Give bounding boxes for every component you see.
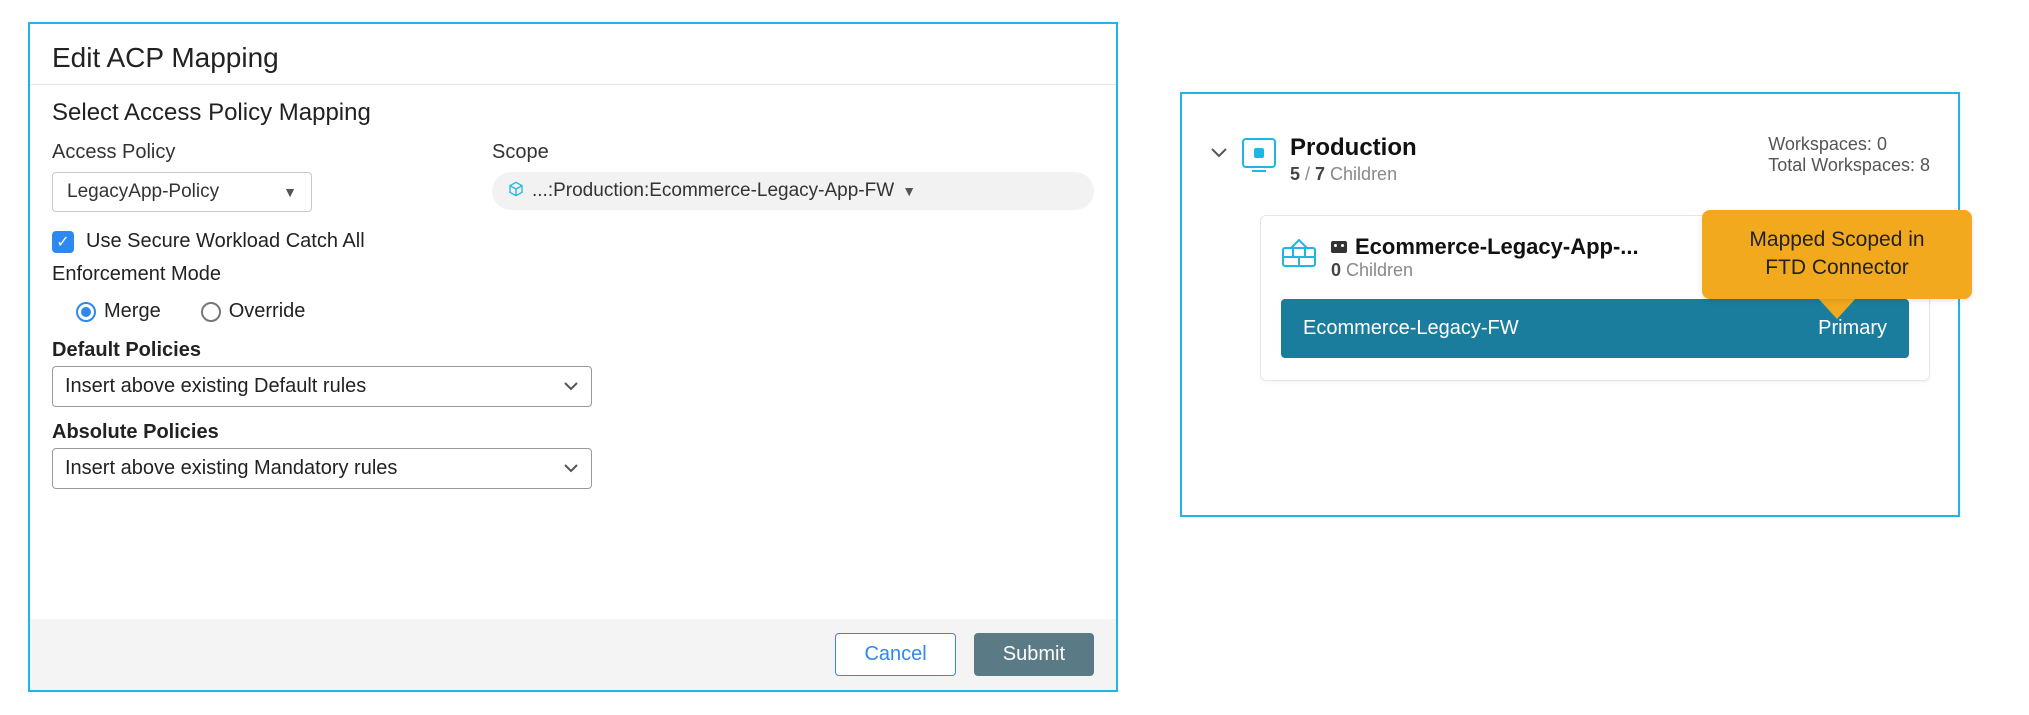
absolute-policies-select[interactable]: Insert above existing Mandatory rules (52, 448, 592, 489)
callout-tail-icon (1817, 297, 1857, 319)
enforcement-mode-label: Enforcement Mode (52, 263, 1094, 286)
monitor-icon (1242, 138, 1276, 168)
catch-all-row: ✓ Use Secure Workload Catch All (52, 230, 1094, 253)
caret-down-icon: ▼ (902, 183, 916, 199)
default-policies-label: Default Policies (52, 339, 1094, 362)
scope-value: ...:Production:Ecommerce-Legacy-App-FW (532, 180, 894, 202)
radio-override-label: Override (229, 300, 306, 323)
cancel-button[interactable]: Cancel (835, 633, 955, 676)
edit-acp-mapping-panel: Edit ACP Mapping Select Access Policy Ma… (28, 22, 1118, 692)
mapping-badge-icon (1331, 241, 1347, 253)
catch-all-checkbox[interactable]: ✓ (52, 231, 74, 253)
root-stats: Workspaces: 0 Total Workspaces: 8 (1768, 134, 1930, 176)
scope-label: Scope (492, 141, 1094, 164)
divider (30, 84, 1116, 85)
enforcement-mode-radios: Merge Override (52, 292, 1094, 339)
workspace-name: Ecommerce-Legacy-FW (1303, 317, 1519, 340)
caret-down-icon: ▼ (283, 184, 297, 200)
chevron-down-icon (563, 460, 579, 478)
absolute-policies-value: Insert above existing Mandatory rules (65, 457, 397, 480)
section-title: Select Access Policy Mapping (52, 99, 1094, 127)
scope-dropdown[interactable]: ...:Production:Ecommerce-Legacy-App-FW ▼ (492, 172, 1094, 210)
access-policy-value: LegacyApp-Policy (67, 181, 219, 203)
submit-button[interactable]: Submit (974, 633, 1094, 676)
expand-chevron-icon[interactable] (1210, 142, 1228, 165)
scope-tree-panel: Production 5 / 7 Children Workspaces: 0 … (1180, 92, 1960, 517)
callout-line1: Mapped Scoped in (1724, 226, 1950, 254)
absolute-policies-label: Absolute Policies (52, 421, 1094, 444)
default-policies-select[interactable]: Insert above existing Default rules (52, 366, 592, 407)
access-policy-label: Access Policy (52, 141, 412, 164)
button-bar: Cancel Submit (30, 619, 1116, 690)
default-policies-value: Insert above existing Default rules (65, 375, 366, 398)
root-scope-name: Production (1290, 134, 1417, 162)
workspace-tag: Primary (1818, 317, 1887, 340)
firewall-icon (1281, 236, 1317, 270)
scope-root-row: Production 5 / 7 Children Workspaces: 0 … (1210, 134, 1930, 185)
modal-title: Edit ACP Mapping (52, 42, 1094, 74)
access-policy-dropdown[interactable]: LegacyApp-Policy ▼ (52, 172, 312, 212)
child-children-count: 0 Children (1331, 260, 1639, 281)
workspace-row[interactable]: Ecommerce-Legacy-FW Primary (1281, 299, 1909, 358)
chevron-down-icon (563, 378, 579, 396)
callout-line2: FTD Connector (1724, 254, 1950, 282)
radio-override[interactable]: Override (201, 300, 306, 323)
child-scope-name: Ecommerce-Legacy-App-... (1355, 234, 1639, 260)
root-children-count: 5 / 7 Children (1290, 164, 1417, 185)
radio-merge[interactable]: Merge (76, 300, 161, 323)
radio-merge-label: Merge (104, 300, 161, 323)
cube-icon (508, 181, 524, 202)
catch-all-label: Use Secure Workload Catch All (86, 230, 365, 253)
annotation-callout: Mapped Scoped in FTD Connector (1702, 210, 1972, 299)
policy-scope-row: Access Policy LegacyApp-Policy ▼ Scope .… (52, 141, 1094, 212)
